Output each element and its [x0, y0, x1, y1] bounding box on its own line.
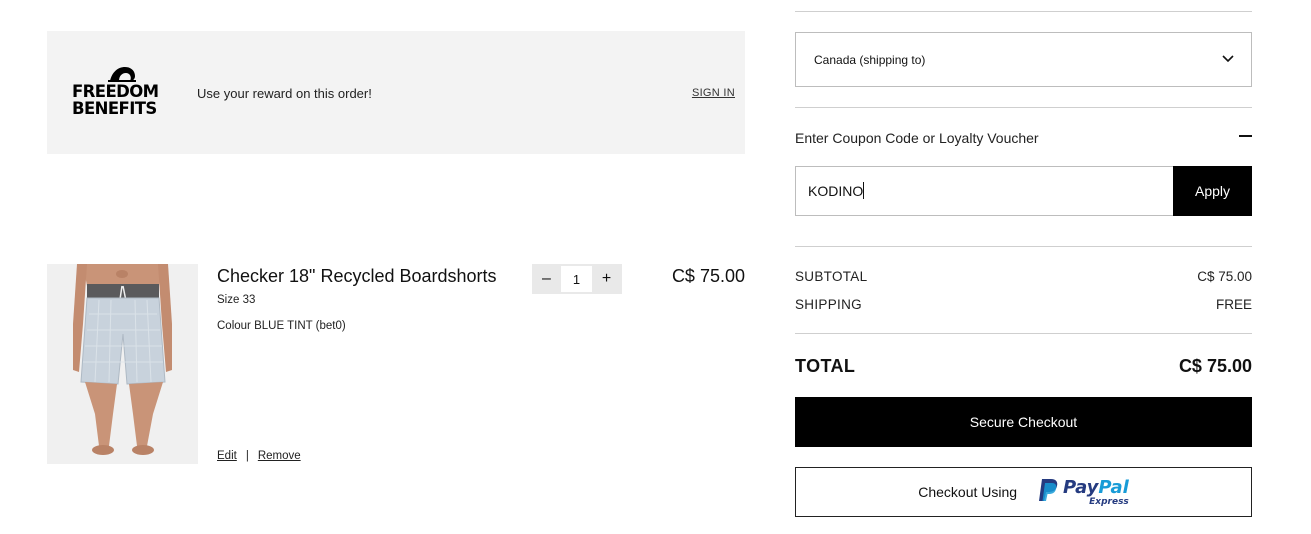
paypal-express-logo: PayPal Express — [1037, 476, 1129, 507]
logo-wordmark: FREEDOM BENEFITS — [72, 83, 174, 117]
shipping-value: FREE — [1215, 297, 1252, 312]
edit-link[interactable]: Edit — [217, 450, 237, 462]
paypal-checkout-label: Checkout Using — [918, 484, 1018, 500]
subtotal-label: SUBTOTAL — [795, 269, 868, 284]
boardshorts-model-photo — [47, 264, 198, 464]
coupon-code-input[interactable] — [795, 166, 1174, 216]
freedom-benefits-logo: FREEDOM BENEFITS — [72, 66, 174, 118]
divider — [795, 246, 1252, 247]
divider — [795, 333, 1252, 334]
increase-quantity-button[interactable]: + — [592, 264, 621, 294]
freedom-benefits-banner: FREEDOM BENEFITS Use your reward on this… — [47, 31, 745, 154]
sign-in-link[interactable]: SIGN IN — [692, 87, 735, 99]
banner-message: Use your reward on this order! — [197, 86, 372, 101]
paypal-checkout-button[interactable]: Checkout Using PayPal Express — [795, 467, 1252, 517]
secure-checkout-button[interactable]: Secure Checkout — [795, 397, 1252, 447]
quantity-value[interactable]: 1 — [561, 266, 592, 292]
product-title[interactable]: Checker 18" Recycled Boardshorts — [217, 266, 497, 287]
quantity-stepper: – 1 + — [532, 264, 622, 294]
minus-icon[interactable] — [1239, 135, 1252, 137]
divider — [795, 11, 1252, 12]
product-image[interactable] — [47, 264, 198, 464]
product-price: C$ 75.00 — [671, 266, 745, 286]
coupon-section-title[interactable]: Enter Coupon Code or Loyalty Voucher — [795, 130, 1039, 146]
subtotal-value: C$ 75.00 — [1197, 269, 1252, 284]
shipping-country-value: Canada (shipping to) — [814, 53, 926, 67]
product-actions: Edit | Remove — [217, 450, 301, 462]
total-label: TOTAL — [795, 356, 856, 376]
apply-coupon-button[interactable]: Apply — [1173, 166, 1252, 216]
text-cursor — [863, 182, 864, 199]
product-colour: Colour BLUE TINT (bet0) — [217, 320, 346, 332]
remove-link[interactable]: Remove — [258, 450, 301, 462]
paypal-p-icon — [1039, 478, 1058, 501]
actions-separator: | — [245, 450, 249, 462]
logo-line-2: BENEFITS — [72, 99, 157, 118]
logo-line-1: FREEDOM — [72, 82, 159, 101]
product-size: Size 33 — [217, 294, 256, 306]
paypal-word-pal: Pal — [1098, 476, 1129, 498]
total-value: C$ 75.00 — [1178, 356, 1252, 376]
decrease-quantity-button[interactable]: – — [532, 264, 561, 294]
chevron-down-icon — [1222, 55, 1234, 63]
shipping-country-select[interactable]: Canada (shipping to) — [795, 32, 1252, 87]
divider — [795, 107, 1252, 108]
paypal-word-pay: Pay — [1063, 476, 1099, 498]
quiksilver-wave-logo-icon — [108, 67, 136, 82]
shipping-label: SHIPPING — [795, 297, 862, 312]
paypal-express-text: Express — [1089, 496, 1129, 507]
